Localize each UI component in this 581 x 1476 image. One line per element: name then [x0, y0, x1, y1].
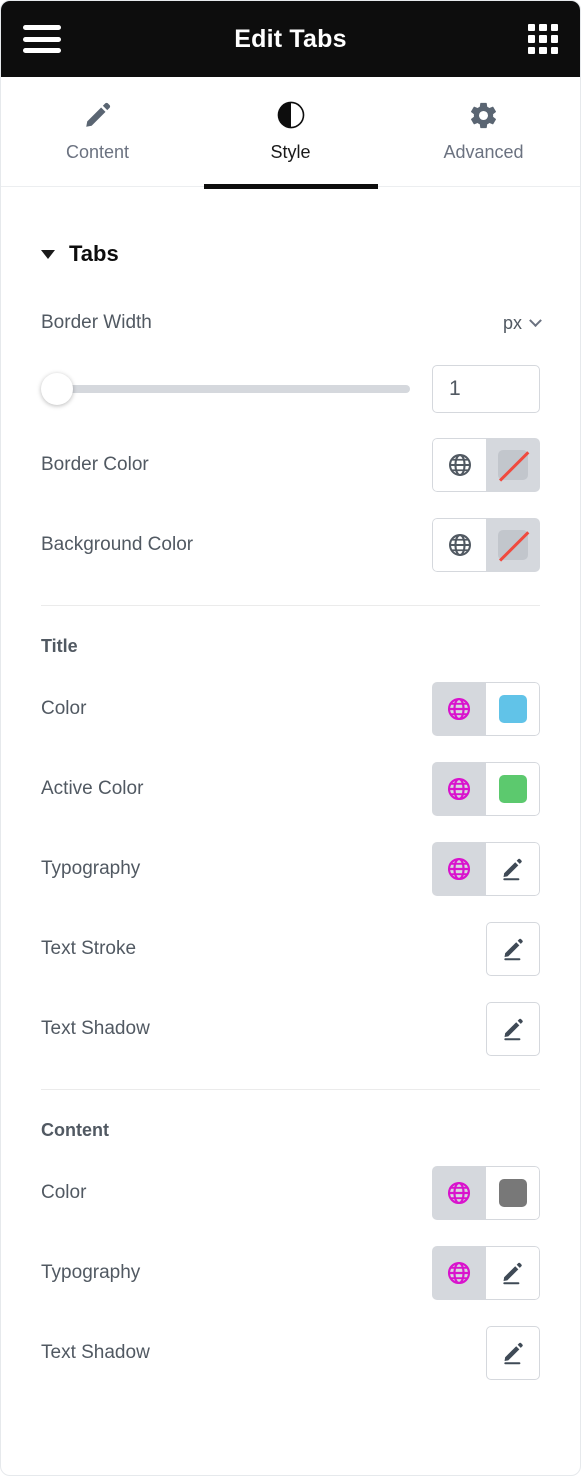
- color-control: [432, 518, 540, 572]
- subsection-title-content: Content: [41, 1120, 109, 1140]
- control-label: Typography: [41, 1262, 141, 1283]
- color-control: [432, 1166, 540, 1220]
- slider-track: [53, 385, 410, 393]
- chevron-down-icon: [529, 313, 542, 327]
- globe-icon[interactable]: [432, 762, 486, 816]
- color-swatch-button[interactable]: [486, 682, 540, 736]
- border-width-slider[interactable]: [41, 373, 410, 405]
- edit-tabs-panel: Edit Tabs Content Style Advanced Tabs Bo…: [0, 0, 581, 1476]
- section-header-tabs[interactable]: Tabs: [41, 187, 540, 271]
- section-title: Tabs: [69, 241, 119, 266]
- edit-pencil-button[interactable]: [486, 1246, 540, 1300]
- section-divider: [41, 1089, 540, 1090]
- color-swatch-button[interactable]: [486, 1166, 540, 1220]
- control-content-text-shadow: Text Shadow: [41, 1325, 540, 1381]
- control-content-typography: Typography: [41, 1245, 540, 1301]
- typography-control: [432, 1246, 540, 1300]
- panel-tabbar: Content Style Advanced: [1, 77, 580, 187]
- color-control: [432, 762, 540, 816]
- pencil-icon: [83, 100, 113, 130]
- page-title: Edit Tabs: [234, 24, 347, 53]
- tab-label: Content: [65, 142, 130, 162]
- control-label: Color: [41, 1182, 87, 1203]
- globe-icon[interactable]: [432, 682, 486, 736]
- control-title-color: Color: [41, 681, 540, 737]
- globe-icon[interactable]: [432, 842, 486, 896]
- grid-apps-icon[interactable]: [528, 24, 558, 54]
- gear-icon: [468, 100, 499, 130]
- edit-pencil-button[interactable]: [486, 842, 540, 896]
- tab-style[interactable]: Style: [194, 77, 387, 186]
- control-label: Typography: [41, 858, 141, 879]
- pencil-icon: [503, 858, 522, 880]
- control-title-text-stroke: Text Stroke: [41, 921, 540, 977]
- control-label: Text Shadow: [41, 1342, 150, 1363]
- caret-down-icon: [41, 249, 55, 259]
- control-border-width: Border Width px: [41, 295, 542, 351]
- color-swatch: [498, 775, 527, 803]
- globe-icon[interactable]: [432, 1246, 486, 1300]
- control-label: Background Color: [41, 534, 194, 555]
- color-control: [432, 438, 540, 492]
- subsection-title-title: Title: [41, 636, 78, 656]
- pencil-icon: [503, 938, 523, 960]
- hamburger-bar: [23, 36, 61, 42]
- globe-icon[interactable]: [432, 1166, 486, 1220]
- transparent-swatch-icon: [498, 530, 528, 560]
- hamburger-bar: [23, 48, 61, 53]
- color-swatch: [498, 1179, 527, 1207]
- pencil-icon: [503, 1262, 522, 1284]
- control-label: Text Shadow: [41, 1018, 150, 1039]
- tab-label: Style: [270, 142, 311, 162]
- edit-pencil-button[interactable]: [486, 922, 540, 976]
- tab-content[interactable]: Content: [1, 77, 194, 186]
- pencil-icon: [503, 1342, 523, 1364]
- tab-advanced[interactable]: Advanced: [387, 77, 580, 186]
- globe-icon[interactable]: [432, 438, 486, 492]
- transparent-swatch-icon: [498, 450, 528, 480]
- edit-pencil-button[interactable]: [486, 1002, 540, 1056]
- border-width-input[interactable]: 1: [432, 365, 540, 413]
- border-width-slider-row: 1: [41, 365, 540, 413]
- section-divider: [41, 605, 540, 606]
- contrast-icon: [275, 100, 307, 130]
- panel-header: Edit Tabs: [1, 1, 580, 77]
- control-title-active-color: Active Color: [41, 761, 540, 817]
- control-label: Border Width: [41, 312, 152, 333]
- unit-selector-px[interactable]: px: [502, 312, 542, 334]
- control-background-color: Background Color: [41, 517, 540, 573]
- control-title-text-shadow: Text Shadow: [41, 1001, 540, 1057]
- control-label: Text Stroke: [41, 938, 137, 959]
- pencil-icon: [503, 1018, 523, 1040]
- unit-label: px: [502, 312, 522, 333]
- control-label: Border Color: [41, 454, 149, 475]
- globe-icon[interactable]: [432, 518, 486, 572]
- control-title-typography: Typography: [41, 841, 540, 897]
- settings-body: Tabs Border Width px 1 Border Color Back…: [1, 187, 580, 1381]
- control-content-color: Color: [41, 1165, 540, 1221]
- color-swatch-button[interactable]: [486, 762, 540, 816]
- hamburger-icon[interactable]: [23, 25, 61, 53]
- edit-pencil-button[interactable]: [486, 1326, 540, 1380]
- control-label: Color: [41, 698, 87, 719]
- color-swatch-transparent[interactable]: [486, 518, 540, 572]
- color-swatch-transparent[interactable]: [486, 438, 540, 492]
- control-label: Active Color: [41, 778, 144, 799]
- slider-handle[interactable]: [41, 373, 73, 405]
- control-border-color: Border Color: [41, 437, 540, 493]
- hamburger-bar: [23, 25, 61, 30]
- color-control: [432, 682, 540, 736]
- tab-label: Advanced: [443, 142, 524, 162]
- color-swatch: [498, 695, 527, 723]
- typography-control: [432, 842, 540, 896]
